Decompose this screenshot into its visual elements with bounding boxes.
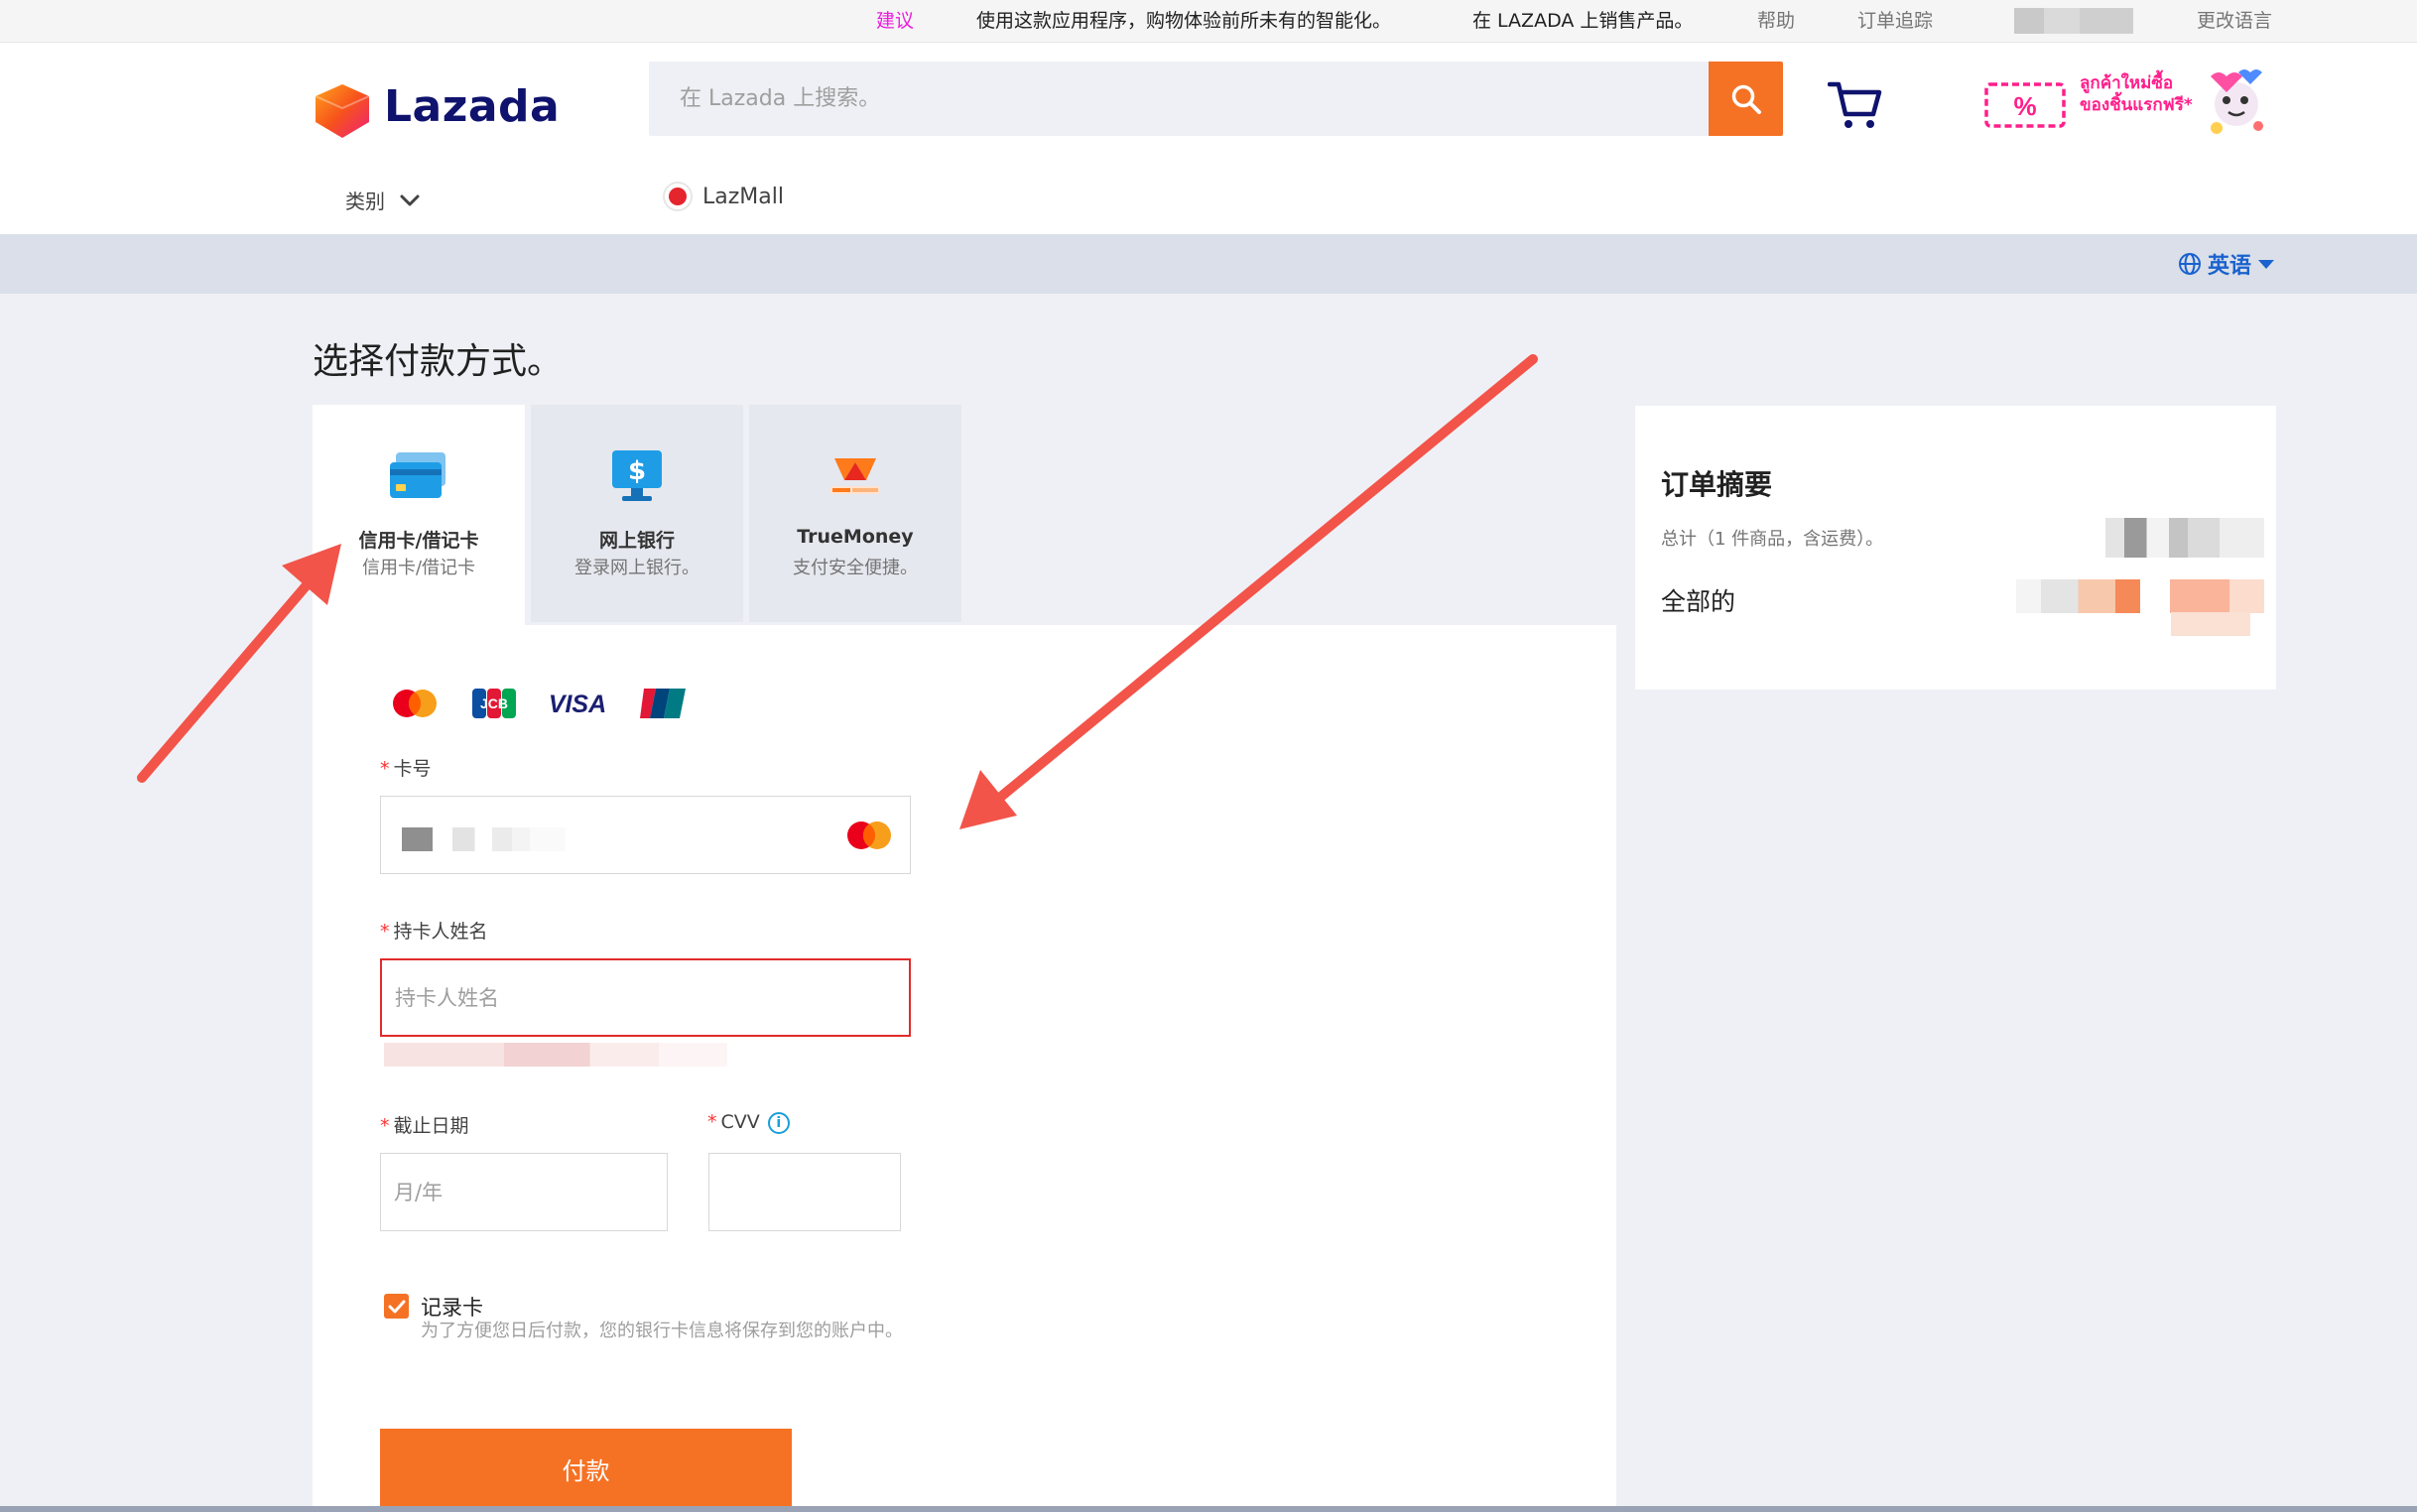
cart-icon[interactable] bbox=[1828, 78, 1883, 130]
search-icon bbox=[1731, 84, 1761, 114]
pay-button[interactable]: 付款 bbox=[380, 1429, 792, 1508]
total-label: 全部的 bbox=[1661, 587, 1736, 616]
order-summary-title: 订单摘要 bbox=[1661, 468, 1773, 501]
card-holder-label: * 持卡人姓名 bbox=[380, 921, 488, 943]
subtotal-label: 总计（1 件商品，含运费）。 bbox=[1661, 529, 1884, 550]
svg-text:JCB: JCB bbox=[480, 695, 508, 711]
accepted-card-brands: JCB VISA bbox=[388, 687, 688, 720]
globe-icon bbox=[2178, 253, 2201, 275]
online-banking-icon: $ bbox=[612, 450, 662, 501]
account-name-redacted[interactable] bbox=[2014, 8, 2133, 34]
cvv-input[interactable] bbox=[709, 1154, 900, 1230]
search-input[interactable] bbox=[649, 62, 1711, 136]
card-number-redacted bbox=[402, 827, 622, 851]
tab-credit-debit-card[interactable]: 信用卡/借记卡 信用卡/借记卡 bbox=[313, 405, 525, 628]
tab-subtitle: 登录网上银行。 bbox=[574, 558, 700, 578]
tab-title: 网上银行 bbox=[598, 530, 675, 552]
card-payment-form: JCB VISA *卡号 *持卡人姓名 *截止日期 *CVVi bbox=[313, 625, 1616, 1512]
search-button[interactable] bbox=[1709, 62, 1783, 136]
svg-text:$: $ bbox=[628, 456, 646, 486]
card-holder-input[interactable] bbox=[382, 960, 909, 1035]
remember-card-label: 记录卡 bbox=[421, 1296, 483, 1320]
order-tracking-link[interactable]: 订单追踪 bbox=[1857, 8, 1933, 34]
total-value-redacted bbox=[2016, 579, 2264, 613]
promo-line-2: ของชิ้นแรกฟรี* bbox=[2080, 95, 2193, 115]
cvv-label: * CVV i bbox=[707, 1111, 790, 1134]
svg-text:%: % bbox=[2013, 91, 2036, 121]
cvv-field[interactable] bbox=[708, 1153, 901, 1231]
info-icon[interactable]: i bbox=[767, 1111, 790, 1134]
mastercard-detected-icon bbox=[847, 821, 891, 849]
feedback-link[interactable]: 建议 bbox=[876, 8, 914, 34]
total-value-redacted-extra bbox=[2171, 612, 2250, 636]
expiry-date-field[interactable] bbox=[380, 1153, 668, 1231]
expiry-date-label: * 截止日期 bbox=[380, 1115, 469, 1137]
lazmall-icon bbox=[663, 182, 693, 211]
bottom-edge-line bbox=[0, 1506, 2417, 1512]
mastercard-icon bbox=[393, 690, 437, 717]
order-summary-panel: 订单摘要 总计（1 件商品，含运费）。 全部的 bbox=[1635, 406, 2276, 690]
jcb-icon: JCB bbox=[472, 689, 516, 718]
svg-text:VISA: VISA bbox=[549, 691, 606, 718]
caret-down-icon bbox=[2258, 260, 2274, 269]
language-label: 英语 bbox=[2207, 254, 2251, 279]
site-header: Lazada % ลูกค้าใหม่ซื้อ ของชิ้นแรกฟร bbox=[0, 43, 2417, 234]
sell-on-lazada-link[interactable]: 在 LAZADA 上销售产品。 bbox=[1472, 8, 1693, 34]
lazmall-label: LazMall bbox=[702, 184, 784, 209]
card-holder-error-redacted bbox=[384, 1043, 727, 1067]
language-switcher[interactable]: 英语 bbox=[2178, 248, 2275, 280]
truemoney-icon bbox=[830, 458, 880, 494]
category-dropdown[interactable]: 类别 bbox=[345, 186, 421, 214]
remember-card-checkbox[interactable] bbox=[384, 1294, 409, 1319]
checkmark-icon bbox=[388, 1300, 405, 1313]
visa-icon: VISA bbox=[549, 691, 606, 718]
expiry-date-input[interactable] bbox=[381, 1154, 667, 1230]
change-language-link[interactable]: 更改语言 bbox=[2197, 8, 2272, 34]
card-number-field[interactable] bbox=[380, 796, 911, 874]
promo-line-1: ลูกค้าใหม่ซื้อ bbox=[2080, 73, 2174, 93]
arrow-to-card-tab bbox=[137, 544, 341, 783]
lazmall-link[interactable]: LazMall bbox=[663, 182, 784, 211]
promo-text: ลูกค้าใหม่ซื้อ ของชิ้นแรกฟรี* bbox=[2080, 72, 2193, 116]
help-link[interactable]: 帮助 bbox=[1757, 8, 1795, 34]
lazada-wordmark[interactable]: Lazada bbox=[384, 77, 560, 137]
chevron-down-icon bbox=[400, 194, 420, 205]
app-promo-link[interactable]: 使用这款应用程序，购物体验前所未有的智能化。 bbox=[976, 8, 1391, 34]
search-bar bbox=[649, 62, 1711, 136]
top-utility-bar: 建议 使用这款应用程序，购物体验前所未有的智能化。 在 LAZADA 上销售产品… bbox=[0, 0, 2417, 43]
tab-title: 信用卡/借记卡 bbox=[358, 530, 479, 552]
category-label: 类别 bbox=[345, 189, 385, 213]
tab-truemoney[interactable]: TrueMoney 支付安全便捷。 bbox=[749, 405, 961, 622]
card-number-label: * 卡号 bbox=[380, 758, 432, 780]
unionpay-icon bbox=[640, 689, 686, 718]
subtotal-value-redacted bbox=[2105, 518, 2264, 558]
remember-card-description: 为了方便您日后付款，您的银行卡信息将保存到您的账户中。 bbox=[421, 1321, 903, 1341]
tab-online-banking[interactable]: $ 网上银行 登录网上银行。 bbox=[531, 405, 743, 622]
tab-subtitle: 支付安全便捷。 bbox=[793, 558, 918, 578]
tab-title: TrueMoney bbox=[797, 526, 914, 548]
language-strip: 英语 bbox=[0, 234, 2417, 294]
page-title: 选择付款方式。 bbox=[313, 341, 564, 382]
card-holder-field[interactable] bbox=[380, 958, 911, 1037]
credit-card-icon bbox=[390, 452, 445, 498]
tab-subtitle: 信用卡/借记卡 bbox=[361, 558, 476, 578]
